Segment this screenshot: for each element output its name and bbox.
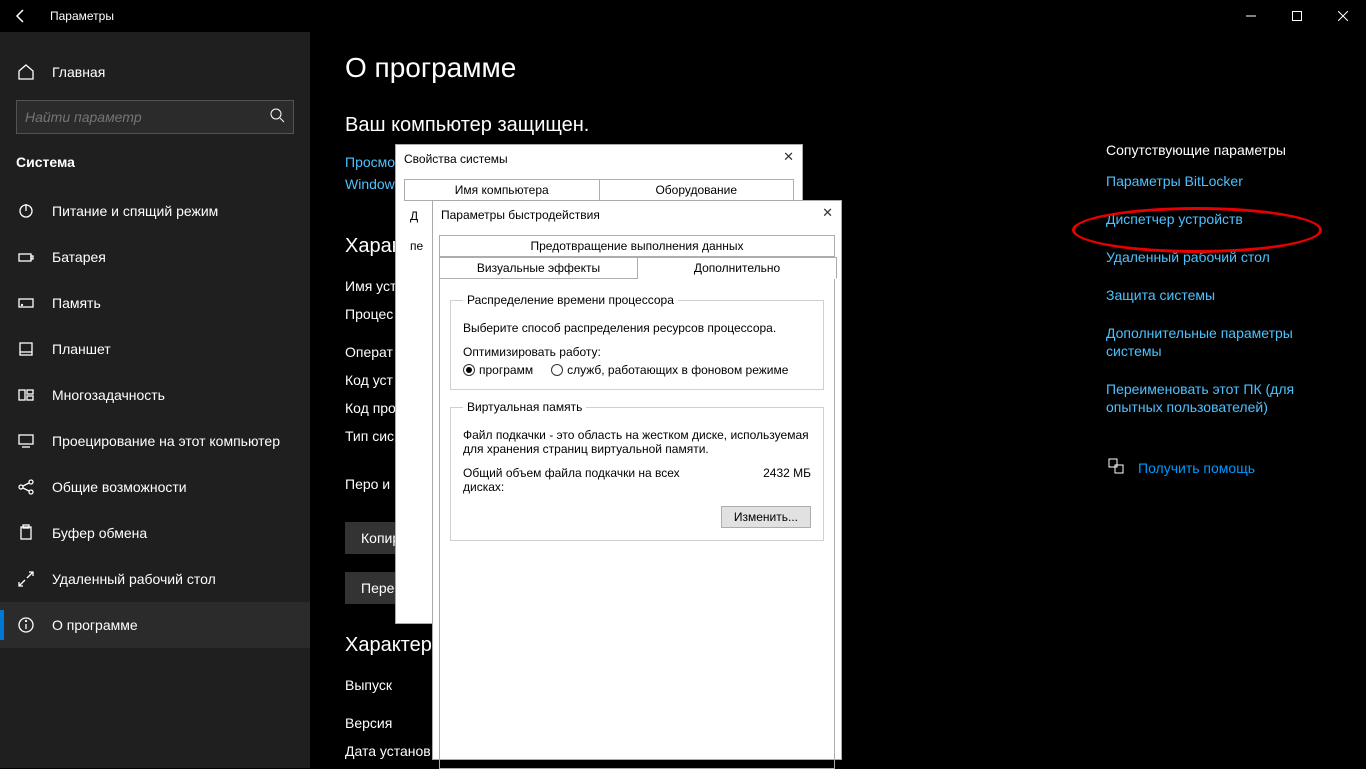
- processor-scheduling-group: Распределение времени процессора Выберит…: [450, 293, 824, 390]
- radio-programs-label: программ: [479, 363, 533, 377]
- nav-item-label: Многозадачность: [52, 387, 165, 403]
- nav-home-label: Главная: [52, 64, 105, 80]
- link-bitlocker[interactable]: Параметры BitLocker: [1106, 172, 1336, 190]
- optimize-label: Оптимизировать работу:: [463, 345, 811, 359]
- sidebar: Главная Система Питание и спящий режим Б…: [0, 32, 310, 768]
- nav-clipboard[interactable]: Буфер обмена: [0, 510, 310, 556]
- vm-desc: Файл подкачки - это область на жестком д…: [463, 428, 811, 456]
- link-remote-desktop[interactable]: Удаленный рабочий стол: [1106, 248, 1336, 266]
- nav-about[interactable]: О программе: [0, 602, 310, 648]
- link-advanced-system[interactable]: Дополнительные параметры системы: [1106, 324, 1336, 360]
- sysprops-title: Свойства системы: [404, 152, 508, 166]
- search-box[interactable]: [16, 100, 294, 134]
- tablet-icon: [16, 340, 36, 358]
- help-label: Получить помощь: [1138, 460, 1255, 476]
- share-icon: [16, 478, 36, 496]
- nav-storage[interactable]: Память: [0, 280, 310, 326]
- maximize-button[interactable]: [1274, 0, 1320, 32]
- nav-item-label: Проецирование на этот компьютер: [52, 433, 280, 449]
- nav-item-label: Общие возможности: [52, 479, 187, 495]
- search-icon: [269, 107, 285, 128]
- protected-heading: Ваш компьютер защищен.: [345, 114, 1366, 137]
- back-button[interactable]: [10, 5, 32, 27]
- info-icon: [16, 616, 36, 634]
- performance-options-dialog[interactable]: Параметры быстродействия ✕ Предотвращени…: [432, 200, 842, 760]
- nav-tablet[interactable]: Планшет: [0, 326, 310, 372]
- nav-item-label: О программе: [52, 617, 138, 633]
- tab-visual-effects[interactable]: Визуальные эффекты: [439, 257, 638, 279]
- home-icon: [16, 63, 36, 81]
- nav-item-label: Память: [52, 295, 101, 311]
- close-icon[interactable]: ✕: [783, 149, 794, 165]
- nav-battery[interactable]: Батарея: [0, 234, 310, 280]
- sched-desc: Выберите способ распределения ресурсов п…: [463, 321, 811, 335]
- close-icon[interactable]: ✕: [822, 205, 833, 221]
- sched-legend: Распределение времени процессора: [463, 293, 678, 307]
- nav-item-label: Батарея: [52, 249, 106, 265]
- virtual-memory-group: Виртуальная память Файл подкачки - это о…: [450, 400, 824, 541]
- category-label: Система: [0, 154, 310, 170]
- nav-item-label: Планшет: [52, 341, 111, 357]
- page-title: О программе: [345, 52, 1366, 84]
- tab-hardware[interactable]: Оборудование: [600, 179, 795, 201]
- link-rename-pc[interactable]: Переименовать этот ПК (для опытных польз…: [1106, 380, 1336, 416]
- remote-icon: [16, 570, 36, 588]
- nav-multitask[interactable]: Многозадачность: [0, 372, 310, 418]
- nav-projecting[interactable]: Проецирование на этот компьютер: [0, 418, 310, 464]
- project-icon: [16, 432, 36, 450]
- clipboard-icon: [16, 524, 36, 542]
- tab-dep[interactable]: Предотвращение выполнения данных: [439, 235, 835, 257]
- battery-icon: [16, 248, 36, 266]
- nav-home[interactable]: Главная: [0, 52, 310, 92]
- vm-total-value: 2432 МБ: [763, 466, 811, 494]
- nav-shared[interactable]: Общие возможности: [0, 464, 310, 510]
- window-title: Параметры: [50, 9, 114, 23]
- nav-remote-desktop[interactable]: Удаленный рабочий стол: [0, 556, 310, 602]
- nav-power-sleep[interactable]: Питание и спящий режим: [0, 188, 310, 234]
- help-icon: [1106, 456, 1126, 479]
- power-icon: [16, 202, 36, 220]
- sysprops-titlebar[interactable]: Свойства системы ✕: [396, 145, 802, 173]
- related-settings: Сопутствующие параметры Параметры BitLoc…: [1106, 142, 1336, 479]
- multitask-icon: [16, 386, 36, 404]
- radio-programs[interactable]: программ: [463, 363, 533, 377]
- perf-titlebar[interactable]: Параметры быстродействия ✕: [433, 201, 841, 229]
- nav-item-label: Буфер обмена: [52, 525, 147, 541]
- tab-computer-name[interactable]: Имя компьютера: [404, 179, 600, 201]
- related-heading: Сопутствующие параметры: [1106, 142, 1336, 158]
- tab-advanced[interactable]: Дополнительно: [638, 257, 837, 279]
- vm-change-button[interactable]: Изменить...: [721, 506, 811, 528]
- vm-legend: Виртуальная память: [463, 400, 586, 414]
- radio-services[interactable]: служб, работающих в фоновом режиме: [551, 363, 788, 377]
- minimize-button[interactable]: [1228, 0, 1274, 32]
- storage-icon: [16, 294, 36, 312]
- get-help[interactable]: Получить помощь: [1106, 456, 1336, 479]
- perf-title: Параметры быстродействия: [441, 208, 600, 222]
- link-device-manager[interactable]: Диспетчер устройств: [1106, 210, 1336, 228]
- titlebar: Параметры: [0, 0, 1366, 32]
- vm-total-label: Общий объем файла подкачки на всех диска…: [463, 466, 683, 494]
- nav-item-label: Удаленный рабочий стол: [52, 571, 216, 587]
- nav-item-label: Питание и спящий режим: [52, 203, 218, 219]
- close-button[interactable]: [1320, 0, 1366, 32]
- radio-services-label: служб, работающих в фоновом режиме: [567, 363, 788, 377]
- link-system-protection[interactable]: Защита системы: [1106, 286, 1336, 304]
- search-input[interactable]: [25, 109, 285, 125]
